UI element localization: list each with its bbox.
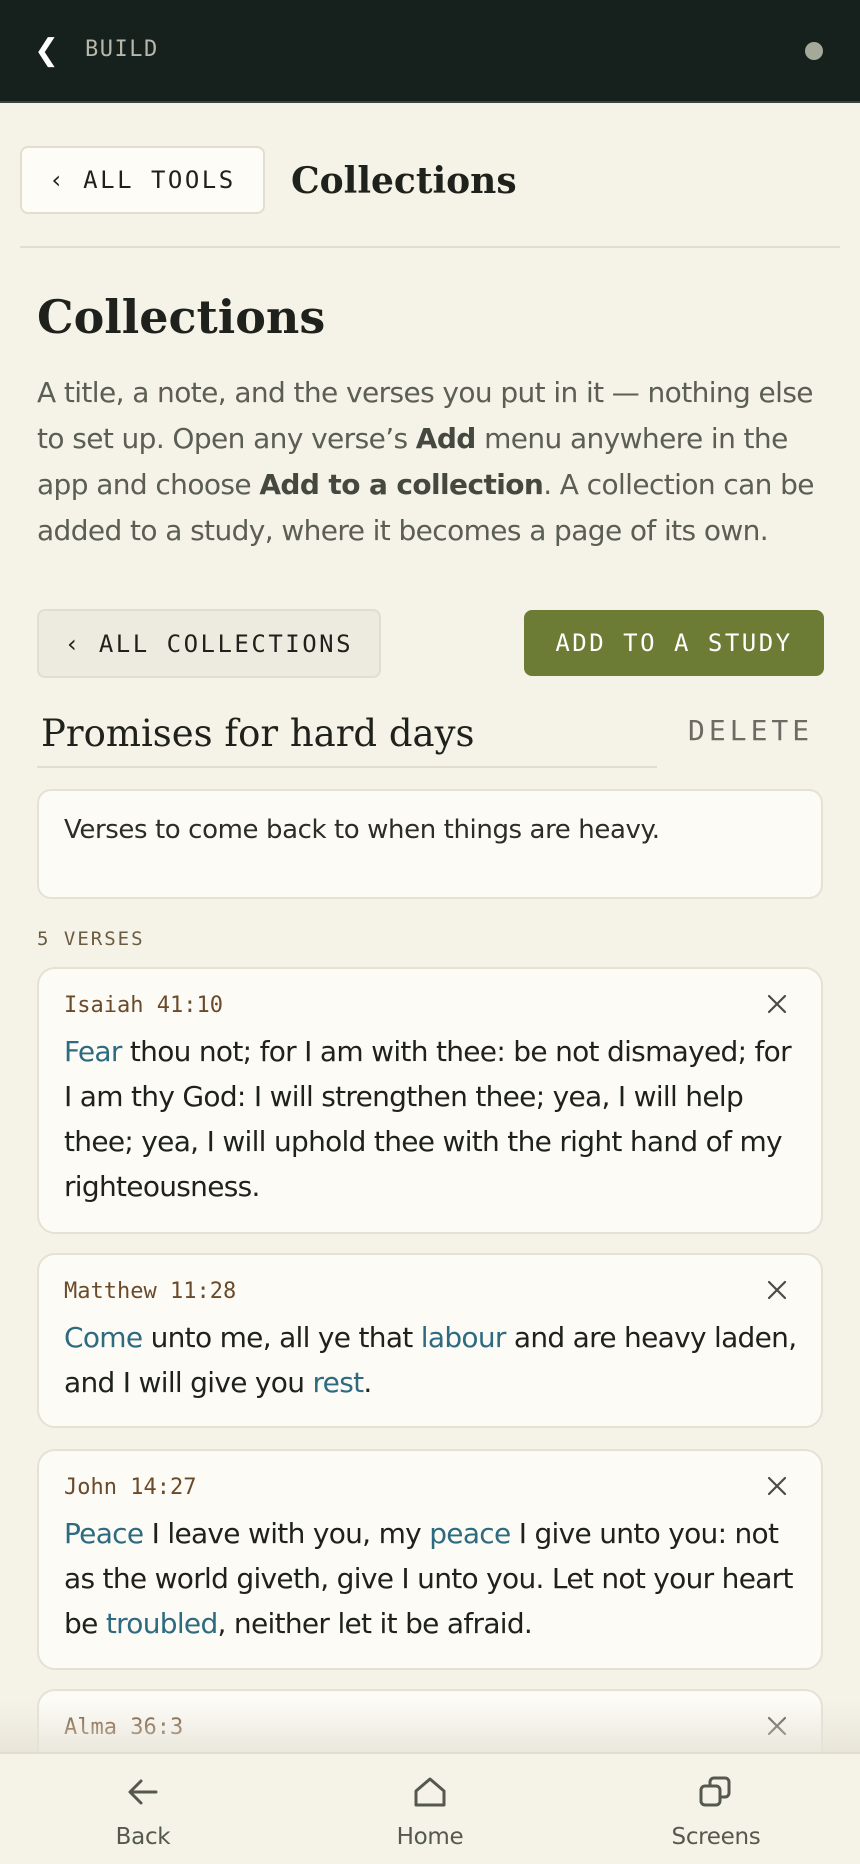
verse-text: Fear thou not; for I am with thee: be no…: [64, 1029, 804, 1209]
verse-keyword[interactable]: labour: [421, 1321, 507, 1354]
remove-verse-icon[interactable]: [766, 1475, 788, 1497]
verse-reference[interactable]: Isaiah 41:10: [64, 993, 223, 1018]
tool-header: ‹ ALL TOOLS Collections: [20, 146, 840, 248]
verse-keyword[interactable]: rest: [312, 1366, 364, 1399]
home-icon: [414, 1777, 446, 1807]
verse-text-segment: .: [363, 1366, 372, 1399]
delete-button[interactable]: DELETE: [688, 714, 813, 747]
verse-keyword[interactable]: troubled: [106, 1607, 218, 1640]
verse-keyword[interactable]: Fear: [64, 1035, 122, 1068]
nav-home-label: Home: [396, 1824, 464, 1850]
remove-verse-icon[interactable]: [766, 993, 788, 1015]
nav-screens[interactable]: Screens: [636, 1774, 796, 1850]
verse-text-segment: I leave with you, my: [143, 1517, 430, 1550]
verse-count: 5 VERSES: [37, 928, 145, 950]
nav-screens-label: Screens: [671, 1824, 761, 1850]
bottom-nav: Back Home Screens: [0, 1752, 860, 1864]
add-to-study-button[interactable]: ADD TO A STUDY: [524, 610, 824, 676]
verse-keyword[interactable]: Come: [64, 1321, 143, 1354]
top-bar-title: BUILD: [85, 37, 159, 62]
screens-icon: [699, 1776, 731, 1807]
all-tools-button[interactable]: ‹ ALL TOOLS: [20, 146, 265, 214]
back-chevron-icon[interactable]: ❮: [34, 36, 59, 66]
nav-back[interactable]: Back: [63, 1774, 223, 1850]
verse-card[interactable]: Isaiah 41:10 Fear thou not; for I am with…: [37, 967, 823, 1234]
verse-card[interactable]: Matthew 11:28 Come unto me, all ye that l…: [37, 1253, 823, 1428]
all-collections-button[interactable]: ‹ ALL COLLECTIONS: [37, 609, 381, 678]
verse-text: Come unto me, all ye that labour and are…: [64, 1315, 804, 1405]
collection-note-field[interactable]: Verses to come back to when things are h…: [37, 789, 823, 899]
intro-bold-add-to-collection: Add to a collection: [259, 468, 544, 501]
verse-text-segment: , neither let it be afraid.: [217, 1607, 533, 1640]
collection-title-field[interactable]: Promises for hard days: [37, 706, 657, 768]
verse-text-segment: unto me, all ye that: [142, 1321, 421, 1354]
verse-keyword[interactable]: Peace: [64, 1517, 144, 1550]
nav-home[interactable]: Home: [350, 1774, 510, 1850]
verse-card[interactable]: John 14:27 Peace I leave with you, my pea…: [37, 1449, 823, 1670]
remove-verse-icon[interactable]: [766, 1279, 788, 1301]
arrow-left-icon: [128, 1779, 158, 1805]
intro-paragraph: A title, a note, and the verses you put …: [37, 370, 837, 554]
verse-text-segment: thou not; for I am with thee: be not dis…: [64, 1035, 792, 1203]
page-heading: Collections: [37, 290, 326, 344]
collection-title: Promises for hard days: [41, 712, 475, 755]
status-dot-icon: [805, 42, 823, 60]
verse-keyword[interactable]: peace: [429, 1517, 511, 1550]
top-bar: ❮ BUILD: [0, 0, 860, 103]
tool-title: Collections: [291, 160, 517, 202]
scroll-fade: [0, 1700, 860, 1756]
verse-text: Peace I leave with you, my peace I give …: [64, 1511, 804, 1646]
verse-reference[interactable]: Matthew 11:28: [64, 1279, 236, 1304]
intro-bold-add: Add: [415, 422, 477, 455]
nav-back-label: Back: [115, 1824, 171, 1850]
verse-reference[interactable]: John 14:27: [64, 1475, 196, 1500]
